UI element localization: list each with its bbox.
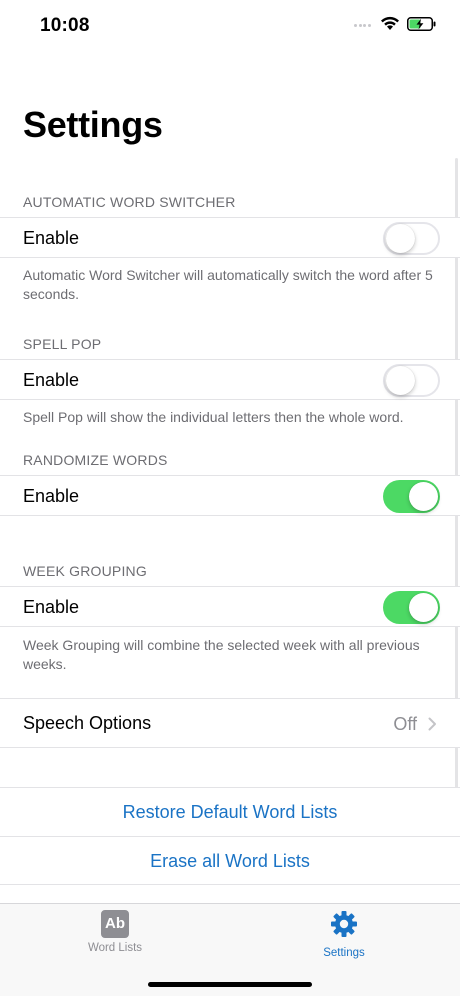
randomize-cell: Enable [0,475,460,516]
toggle-knob [386,366,415,395]
spell-pop-footer: Spell Pop will show the individual lette… [23,409,404,425]
section-header-auto-switcher: AUTOMATIC WORD SWITCHER [23,194,236,210]
tab-settings-label: Settings [323,947,365,959]
tab-word-lists[interactable]: Ab Word Lists [55,910,175,954]
toggle-knob [409,482,438,511]
week-grouping-cell: Enable [0,586,460,627]
home-indicator[interactable] [148,982,312,987]
tab-settings[interactable]: Settings [284,910,404,959]
spell-pop-toggle[interactable] [383,364,440,397]
gear-icon [331,911,357,937]
spell-pop-label: Enable [23,370,80,390]
week-grouping-toggle[interactable] [383,591,440,624]
speech-options-label: Speech Options [23,713,152,733]
erase-all-word-lists-button[interactable]: Erase all Word Lists [0,836,460,885]
speech-options-value: Off [393,714,417,734]
section-header-randomize: RANDOMIZE WORDS [23,452,168,468]
toggle-knob [386,224,415,253]
auto-switcher-cell: Enable [0,217,460,258]
chevron-right-icon [428,717,436,731]
toggle-knob [409,593,438,622]
battery-charging-icon [407,17,436,31]
status-time: 10:08 [40,15,90,36]
week-grouping-footer: Week Grouping will combine the selected … [23,637,420,672]
auto-switcher-footer: Automatic Word Switcher will automatical… [23,267,433,302]
auto-switcher-toggle[interactable] [383,222,440,255]
restore-default-word-lists-button[interactable]: Restore Default Word Lists [0,787,460,836]
section-header-spell-pop: SPELL POP [23,336,102,352]
page-title: Settings [23,104,163,145]
section-header-week-grouping: WEEK GROUPING [23,563,147,579]
cellular-signal-icon [354,24,376,28]
auto-switcher-label: Enable [23,228,80,248]
week-grouping-label: Enable [23,597,80,617]
erase-all-word-lists-label: Erase all Word Lists [150,851,310,871]
tab-bar: Ab Word Lists Settings [0,903,460,996]
status-bar: 10:08 [0,0,460,50]
randomize-label: Enable [23,486,80,506]
spell-pop-cell: Enable [0,359,460,400]
restore-default-word-lists-label: Restore Default Word Lists [122,802,338,822]
randomize-toggle[interactable] [383,480,440,513]
speech-options-cell[interactable]: Speech Options Off [0,698,460,748]
tab-word-lists-label: Word Lists [87,942,143,954]
word-lists-icon: Ab [101,910,129,938]
wifi-icon [381,16,399,30]
